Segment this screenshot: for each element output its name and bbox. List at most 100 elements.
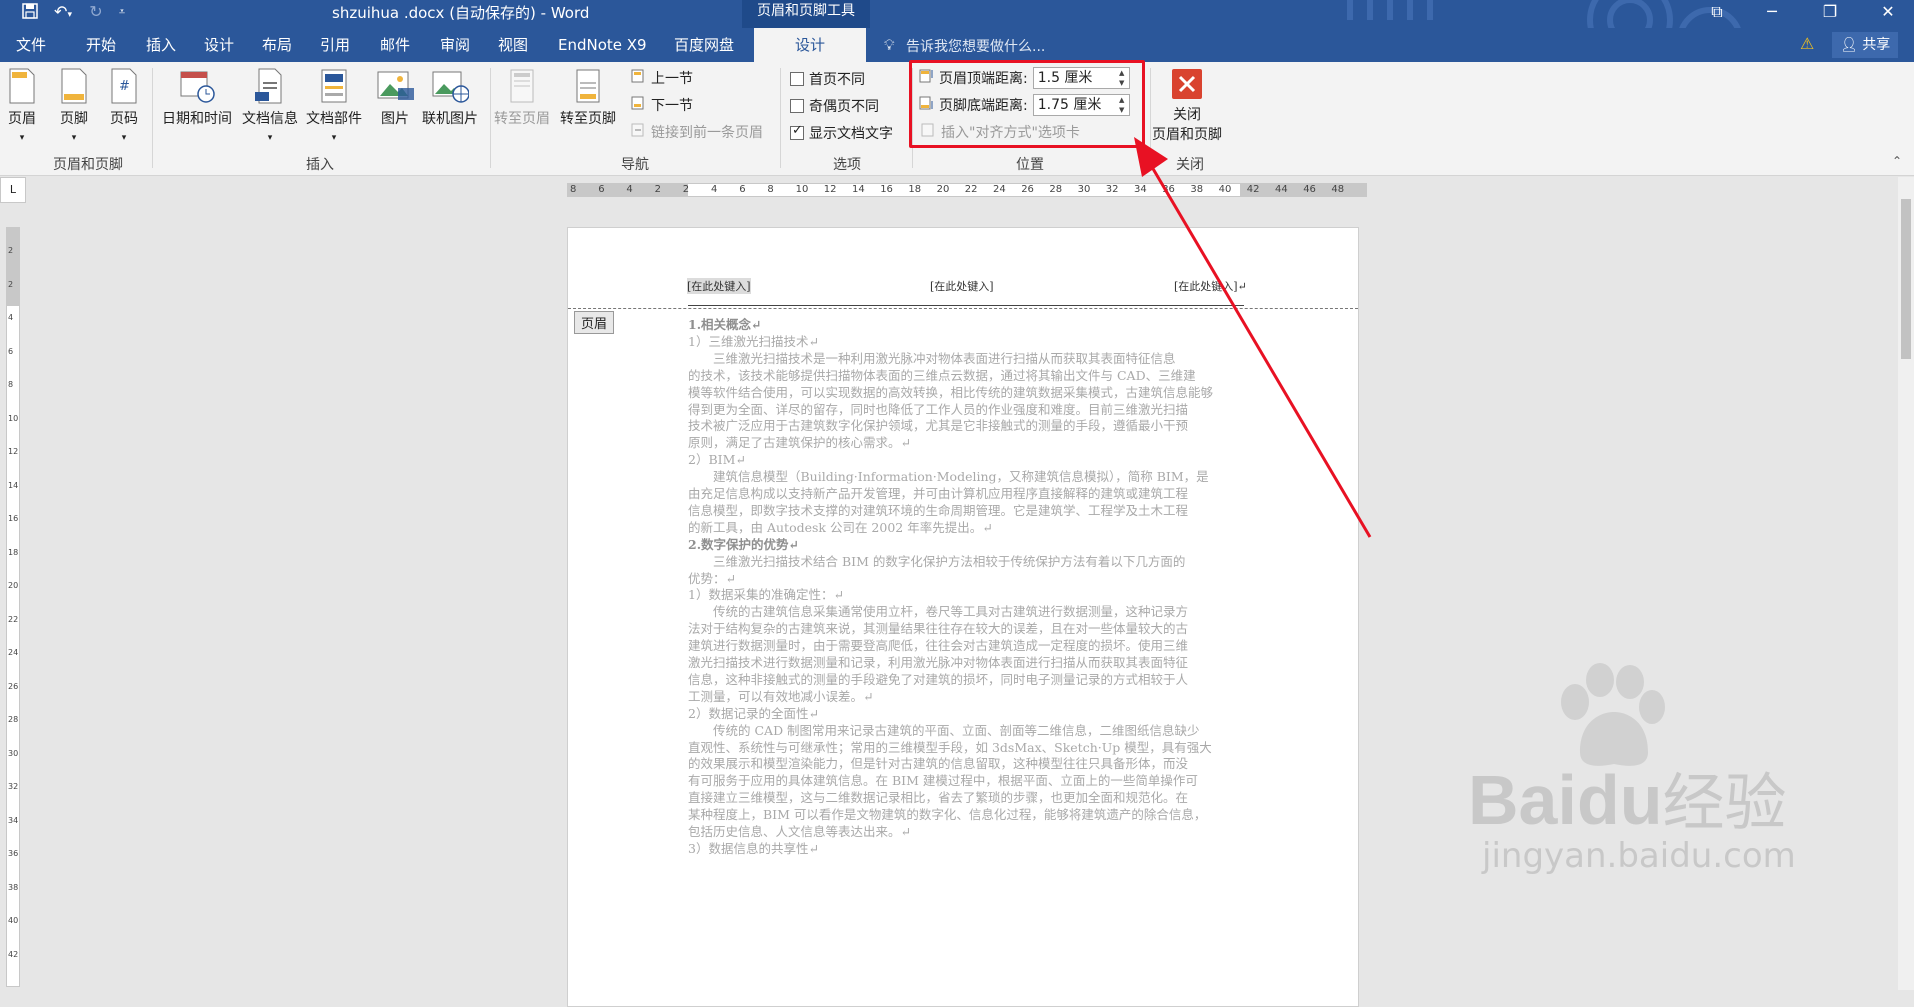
ruler-tick-label: 12 <box>8 447 19 456</box>
highlight-box <box>909 60 1145 148</box>
link-to-previous-button[interactable]: 链接到前一条页眉 <box>630 122 763 142</box>
ruler-tick-label: 4 <box>711 184 718 195</box>
ruler-tick-label: 14 <box>8 480 19 490</box>
page-number-icon: # <box>111 68 137 104</box>
vertical-ruler[interactable]: 2 2 4 6 8 10 12 14 16 18 20 22 24 26 28 30 32 34 36 38 40 42 <box>6 227 20 987</box>
tab-layout[interactable]: 布局 <box>254 28 300 62</box>
body-line: 3）数据信息的共享性↵ <box>688 840 819 856</box>
ruler-tick-label: 16 <box>880 184 893 195</box>
customize-qat-icon[interactable]: ⩡ <box>110 2 134 22</box>
minimize-icon[interactable]: ─ <box>1760 2 1784 22</box>
undo-icon[interactable]: ↶▾ <box>48 2 78 22</box>
redo-icon[interactable]: ↻ <box>84 2 108 22</box>
annotation-arrow <box>1134 137 1372 538</box>
close-icon[interactable]: ✕ <box>1876 2 1900 22</box>
watermark-url: jingyan.baidu.com <box>1482 836 1796 876</box>
tab-review[interactable]: 审阅 <box>432 28 478 62</box>
tab-baidu-netdisk[interactable]: 百度网盘 <box>666 28 742 62</box>
checkbox-box <box>790 99 804 113</box>
ruler-tick-label: 24 <box>8 648 19 657</box>
ruler-tick-label: 8 <box>8 380 14 389</box>
ribbon-display-icon[interactable]: ⧉ <box>1705 2 1729 22</box>
ruler-tick-label: 28 <box>8 715 19 724</box>
watermark-cn: 经验 <box>1662 766 1787 839</box>
picture-button[interactable]: 图片 <box>376 68 414 128</box>
tab-design[interactable]: 设计 <box>196 28 242 62</box>
date-time-button[interactable]: 日期和时间 <box>162 68 232 128</box>
doc-parts-button[interactable]: 文档部件 ▾ <box>306 68 362 144</box>
ruler-tick-label: 6 <box>598 184 605 195</box>
tab-mailings[interactable]: 邮件 <box>372 28 418 62</box>
ruler-tick-label: 36 <box>8 849 19 858</box>
next-section-button[interactable]: 下一节 <box>630 95 693 115</box>
ruler-tick-label: 6 <box>8 346 14 356</box>
footer-icon <box>61 68 87 104</box>
body-line: 三维激光扫描技术结合 BIM 的数字化保护方法相较于传统保护方法有着以下几方面的 <box>688 553 1186 569</box>
warning-icon[interactable]: ⚠ <box>1800 34 1814 53</box>
header-placeholder-left[interactable]: [在此处键入] <box>687 278 751 294</box>
ruler-tick-label: 2 <box>654 184 661 195</box>
group-label-header-footer: 页眉和页脚 <box>53 157 123 173</box>
online-picture-icon <box>432 71 469 103</box>
header-placeholder-center[interactable]: [在此处键入] <box>930 278 994 294</box>
ruler-tick-label: 8 <box>570 184 577 195</box>
ruler-tick-label: 30 <box>8 748 19 758</box>
ruler-margin-top <box>7 228 19 306</box>
group-divider <box>490 68 491 168</box>
vertical-scrollbar[interactable] <box>1898 177 1914 990</box>
restore-icon[interactable]: ❐ <box>1818 2 1842 22</box>
scrollbar-thumb[interactable] <box>1901 199 1911 359</box>
doc-info-icon <box>255 68 282 104</box>
footer-button[interactable]: 页脚 ▾ <box>60 68 88 144</box>
odd-even-different-checkbox[interactable]: 奇偶页不同 <box>790 96 879 116</box>
group-divider <box>780 68 781 168</box>
header-icon <box>9 68 35 104</box>
header-tag: 页眉 <box>574 311 615 334</box>
tab-references[interactable]: 引用 <box>312 28 358 62</box>
ruler-tick-label: 8 <box>767 184 774 195</box>
previous-section-button[interactable]: 上一节 <box>630 68 693 88</box>
ruler-tick-label: 4 <box>8 313 14 322</box>
ruler-tick-label: 32 <box>8 782 19 791</box>
tell-me-box[interactable]: 告诉我您想要做什么... <box>906 36 1045 56</box>
goto-header-icon <box>510 69 534 103</box>
tab-file[interactable]: 文件 <box>8 28 54 62</box>
goto-footer-button[interactable]: 转至页脚 <box>560 68 616 128</box>
share-button[interactable]: 👤︎ 共享 <box>1832 32 1899 58</box>
header-button[interactable]: 页眉 ▾ <box>8 68 36 144</box>
save-icon[interactable] <box>18 3 42 23</box>
page-number-button[interactable]: # 页码 ▾ <box>110 68 138 144</box>
document-area: L 8 6 4 2 2 4 6 8 10 12 14 16 18 20 22 24 26 28 30 32 34 36 38… <box>0 137 1914 1007</box>
ruler-tick-label: 2 <box>8 246 14 255</box>
ruler-tick-label: 6 <box>739 184 746 195</box>
show-document-text-checkbox[interactable]: 显示文档文字 <box>790 123 893 143</box>
calendar-clock-icon <box>180 71 215 103</box>
title-bar: ↶▾ ↻ ⩡ shzuihua .docx (自动保存的) - Word 页眉和… <box>0 0 1914 62</box>
goto-header-button[interactable]: 转至页眉 <box>494 68 550 128</box>
group-label-insert: 插入 <box>306 157 334 173</box>
collapse-ribbon-icon[interactable]: ⌃ <box>1892 154 1902 168</box>
tab-hf-design[interactable]: 设计 <box>754 28 866 62</box>
ruler-tick-label: 26 <box>1021 184 1034 195</box>
tab-endnote[interactable]: EndNote X9 <box>550 28 655 62</box>
tab-stop-selector[interactable]: L <box>0 177 26 203</box>
ruler-tick-label: 20 <box>8 581 19 590</box>
ruler-tick-label: 34 <box>8 815 19 825</box>
doc-info-button[interactable]: 文档信息 ▾ <box>242 68 298 144</box>
ruler-tick-label: 4 <box>626 184 633 195</box>
ribbon: 页眉 ▾ 页脚 ▾ # 页码 ▾ 页眉和页脚 日期和时间 文档信息 ▾ 文档部件 ▾ 图片… <box>0 60 1914 176</box>
ruler-tick-label: 10 <box>8 413 19 423</box>
online-picture-button[interactable]: 联机图片 <box>422 68 478 128</box>
baidu-watermark: Baidu经验 jingyan.baidu.com <box>1468 663 1796 876</box>
ruler-tick-label: 20 <box>936 184 950 195</box>
group-label-navigation: 导航 <box>621 157 649 173</box>
ruler-tick-label: 12 <box>823 184 837 195</box>
tab-home[interactable]: 开始 <box>78 28 124 62</box>
svg-text:#: # <box>119 79 130 94</box>
tab-view[interactable]: 视图 <box>490 28 536 62</box>
first-page-different-checkbox[interactable]: 首页不同 <box>790 69 865 89</box>
ruler-tick-label: 28 <box>1049 184 1063 195</box>
tab-insert[interactable]: 插入 <box>138 28 184 62</box>
ruler-tick-label: 22 <box>964 184 978 195</box>
ruler-tick-label: 24 <box>993 184 1006 195</box>
